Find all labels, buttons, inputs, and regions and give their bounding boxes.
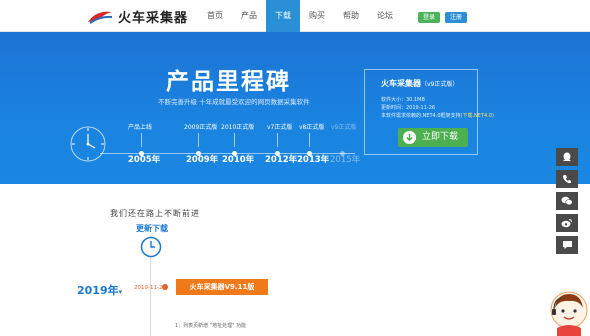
timeline-clock-icon <box>140 236 162 258</box>
nav-home[interactable]: 首页 <box>198 0 232 32</box>
wechat-button[interactable] <box>556 192 578 210</box>
milestone-stem <box>234 133 235 147</box>
milestone-label: v9正式版 <box>331 124 357 131</box>
milestone-year: 2010年 <box>222 155 255 165</box>
timeline-year: 2019年 <box>77 284 119 297</box>
customer-service-mascot-icon[interactable] <box>549 290 589 336</box>
update-download-heading: 更新下载 <box>136 224 168 233</box>
download-button-label: 立即下载 <box>422 132 459 142</box>
timeline-dot <box>162 284 168 290</box>
download-now-button[interactable]: 立即下载 <box>398 128 468 147</box>
side-toolbar <box>556 148 578 258</box>
train-logo-icon <box>88 11 113 24</box>
hero-subtitle: 不断完善升级 十年成就最受欢迎的网页数据采集软件 <box>158 98 310 106</box>
release-note: 1：列表页新增 "地址处理" 功能 <box>175 323 246 329</box>
milestone-stem <box>141 133 142 147</box>
milestone-year: 2013年 <box>297 155 330 165</box>
milestone-year: 2015年 <box>330 155 361 165</box>
nav-buy[interactable]: 购买 <box>300 0 334 32</box>
weibo-icon <box>561 219 572 228</box>
card-requirement: 本软件需求依赖的.NET4.0框架支持(下载.NET4.0) <box>381 112 494 119</box>
release-version-tag[interactable]: 火车采集器V9.11版 <box>176 279 268 295</box>
milestone-label: 2009正式版 <box>184 124 218 131</box>
page: 火车采集器 首页 产品 下载 购买 帮助 论坛 登录 注册 产品里程碑 不断完善… <box>0 0 590 336</box>
hero-title: 产品里程碑 <box>166 69 291 95</box>
card-product-name: 火车采集器 <box>381 79 421 88</box>
top-header: 火车采集器 首页 产品 下载 购买 帮助 论坛 登录 注册 <box>0 0 590 32</box>
card-size: 软件大小：30.1MB <box>381 97 425 103</box>
card-updated: 更新时间：2019-11-26 <box>381 105 436 111</box>
download-arrow-icon <box>403 131 416 144</box>
milestone-year: 2012年 <box>265 155 298 165</box>
nav-download[interactable]: 下载 <box>266 0 300 32</box>
milestone-label: v7正式版 <box>267 124 293 131</box>
card-title: 火车采集器（v9正式版） <box>381 78 458 89</box>
chat-button[interactable] <box>556 236 578 254</box>
qq-button[interactable] <box>556 148 578 166</box>
phone-icon <box>562 175 571 184</box>
login-button[interactable]: 登录 <box>418 12 440 23</box>
wechat-icon <box>561 196 573 206</box>
site-logo[interactable]: 火车采集器 <box>86 7 188 26</box>
timeline-year-toggle[interactable]: 2019年▾ <box>77 282 122 298</box>
download-card: 火车采集器（v9正式版） 软件大小：30.1MB 更新时间：2019-11-26… <box>364 69 494 155</box>
requirement-text: 本软件需求依赖的.NET4.0框架支持 <box>381 113 461 119</box>
clock-icon <box>70 126 106 162</box>
register-button[interactable]: 注册 <box>445 12 467 23</box>
main-nav: 首页 产品 下载 购买 帮助 论坛 <box>198 0 402 32</box>
nav-forum[interactable]: 论坛 <box>368 0 402 32</box>
milestone-label: v8正式版 <box>299 124 325 131</box>
phone-button[interactable] <box>556 170 578 188</box>
milestone-year: 2009年 <box>186 155 219 165</box>
logo-text: 火车采集器 <box>118 11 189 26</box>
caret-down-icon: ▾ <box>118 288 123 296</box>
milestone-label: 产品上线 <box>128 124 153 131</box>
milestone-year: 2005年 <box>128 155 161 165</box>
nav-product[interactable]: 产品 <box>232 0 266 32</box>
card-version: （v9正式版） <box>421 81 459 88</box>
nav-help[interactable]: 帮助 <box>334 0 368 32</box>
requirement-link[interactable]: (下载.NET4.0) <box>461 113 494 119</box>
hero-banner: 产品里程碑 不断完善升级 十年成就最受欢迎的网页数据采集软件 产品上线 2005… <box>0 32 590 184</box>
qq-icon <box>563 152 571 161</box>
milestone-stem <box>198 133 199 147</box>
milestone-stem <box>309 133 310 147</box>
slogan-text: 我们还在路上不断前进 <box>110 209 200 218</box>
milestone-stem <box>277 133 278 147</box>
chat-icon <box>562 241 572 249</box>
milestone-label: 2010正式版 <box>221 124 255 131</box>
weibo-button[interactable] <box>556 214 578 232</box>
